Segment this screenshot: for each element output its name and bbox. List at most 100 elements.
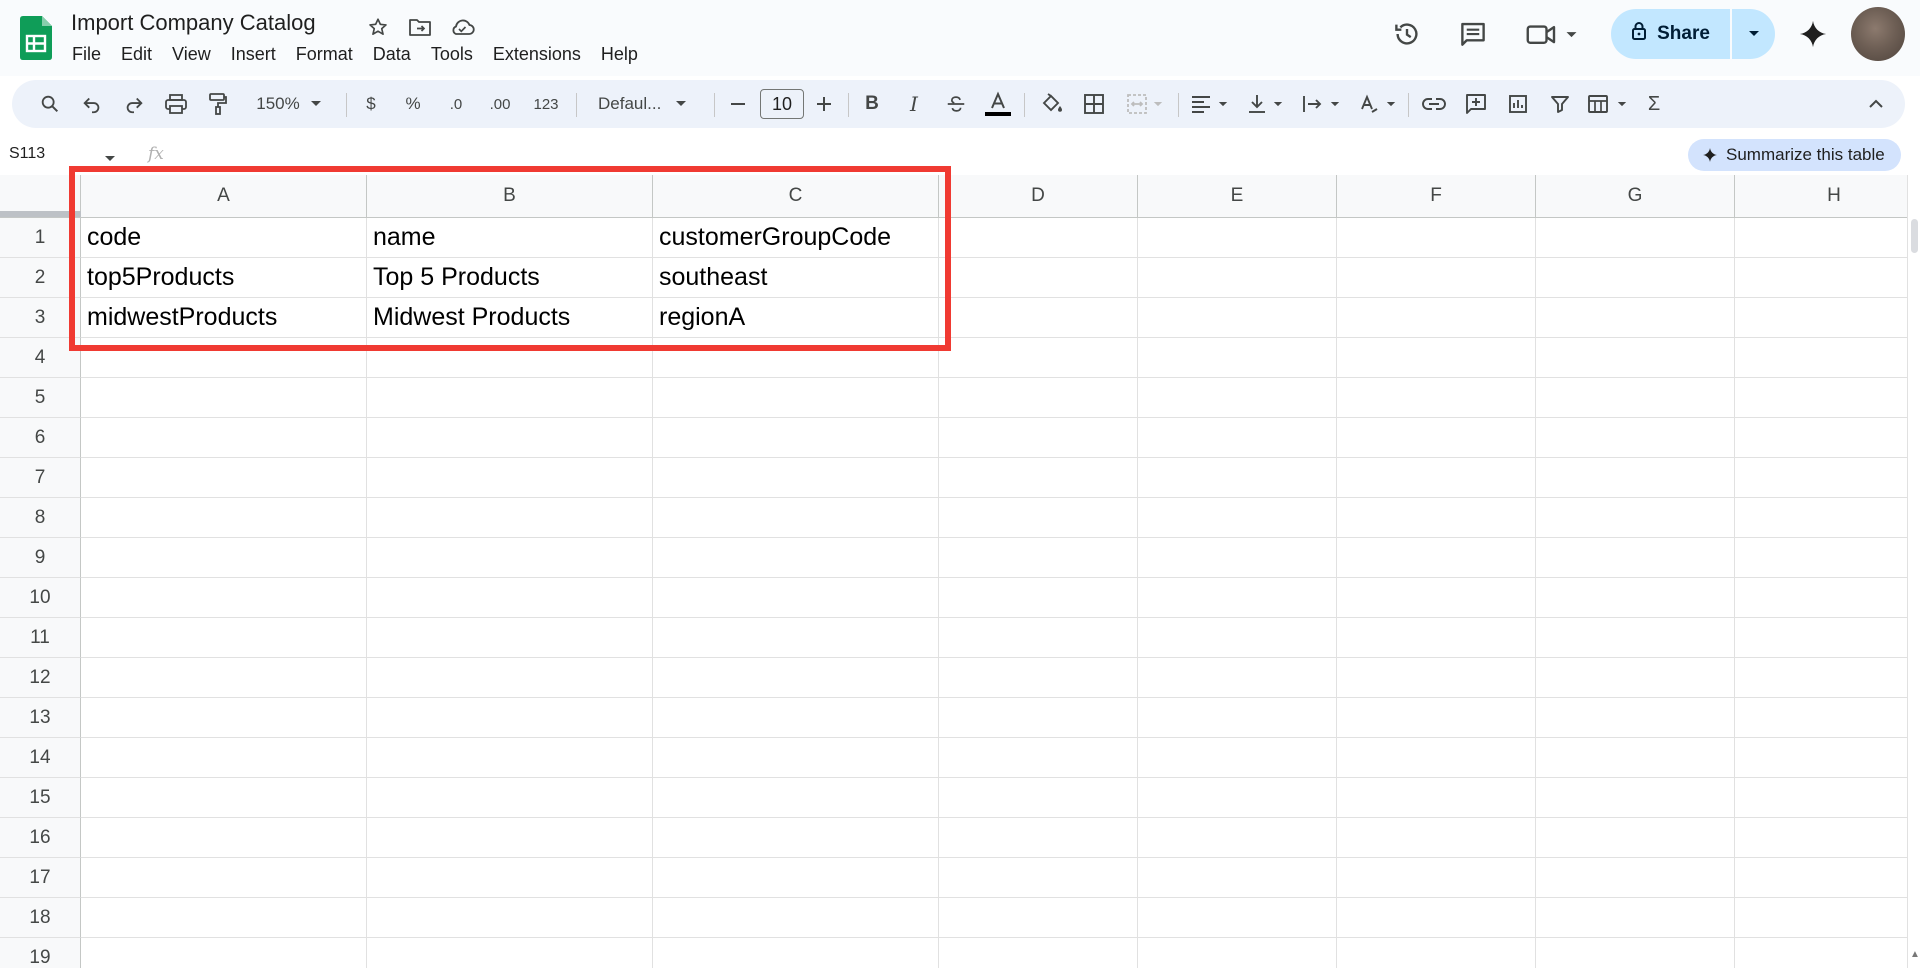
column-header-d[interactable]: D [939,175,1138,218]
cell-g5[interactable] [1536,378,1735,418]
cell-d18[interactable] [939,898,1138,938]
row-header[interactable]: 3 [0,298,81,338]
cell-f7[interactable] [1337,458,1536,498]
column-header-h[interactable]: H [1735,175,1920,218]
cell-e13[interactable] [1138,698,1337,738]
meet-video-icon[interactable] [1522,15,1586,53]
cell-b6[interactable] [367,418,653,458]
column-header-f[interactable]: F [1337,175,1536,218]
font-size-input[interactable]: 10 [760,89,804,119]
horizontal-align-icon[interactable] [1184,80,1234,128]
cell-b3[interactable]: Midwest Products [367,298,653,338]
cell-b8[interactable] [367,498,653,538]
menu-view[interactable]: View [162,42,221,66]
format-currency-button[interactable]: $ [356,80,386,128]
fill-color-icon[interactable] [1034,80,1070,128]
cell-c7[interactable] [653,458,939,498]
avatar[interactable] [1851,7,1905,61]
cell-f6[interactable] [1337,418,1536,458]
cell-b15[interactable] [367,778,653,818]
text-wrapping-icon[interactable] [1296,80,1346,128]
cell-c4[interactable] [653,338,939,378]
menu-extensions[interactable]: Extensions [483,42,591,66]
cell-d11[interactable] [939,618,1138,658]
cell-h10[interactable] [1735,578,1920,618]
cell-d16[interactable] [939,818,1138,858]
cell-b7[interactable] [367,458,653,498]
cell-h8[interactable] [1735,498,1920,538]
menu-format[interactable]: Format [286,42,363,66]
row-header[interactable]: 9 [0,538,81,578]
cell-f13[interactable] [1337,698,1536,738]
cell-f8[interactable] [1337,498,1536,538]
row-header[interactable]: 16 [0,818,81,858]
cell-a1[interactable]: code [81,218,367,258]
row-header[interactable]: 14 [0,738,81,778]
text-rotation-icon[interactable] [1352,80,1402,128]
cell-e7[interactable] [1138,458,1337,498]
menu-insert[interactable]: Insert [221,42,286,66]
cell-a15[interactable] [81,778,367,818]
cell-c10[interactable] [653,578,939,618]
strikethrough-icon[interactable] [940,80,972,128]
cell-f9[interactable] [1337,538,1536,578]
row-header[interactable]: 19 [0,938,81,968]
star-icon[interactable] [364,13,392,41]
cell-b14[interactable] [367,738,653,778]
cell-e12[interactable] [1138,658,1337,698]
chevron-down-icon[interactable] [104,150,116,168]
cell-a14[interactable] [81,738,367,778]
version-history-icon[interactable] [1388,15,1426,53]
cell-d19[interactable] [939,938,1138,968]
cell-e18[interactable] [1138,898,1337,938]
cell-h15[interactable] [1735,778,1920,818]
cell-a4[interactable] [81,338,367,378]
cell-h13[interactable] [1735,698,1920,738]
cell-e8[interactable] [1138,498,1337,538]
cell-c1[interactable]: customerGroupCode [653,218,939,258]
cell-f10[interactable] [1337,578,1536,618]
cell-g9[interactable] [1536,538,1735,578]
cell-e6[interactable] [1138,418,1337,458]
cell-a17[interactable] [81,858,367,898]
cell-g4[interactable] [1536,338,1735,378]
cell-d17[interactable] [939,858,1138,898]
bold-button[interactable]: B [856,80,888,128]
cell-h3[interactable] [1735,298,1920,338]
cell-a13[interactable] [81,698,367,738]
insert-link-icon[interactable] [1416,80,1452,128]
row-header[interactable]: 7 [0,458,81,498]
cell-f4[interactable] [1337,338,1536,378]
column-header-g[interactable]: G [1536,175,1735,218]
column-header-c[interactable]: C [653,175,939,218]
share-dropdown-button[interactable] [1732,9,1775,59]
cell-e11[interactable] [1138,618,1337,658]
cell-h9[interactable] [1735,538,1920,578]
collapse-toolbar-icon[interactable] [1860,80,1892,128]
cell-e15[interactable] [1138,778,1337,818]
cell-b19[interactable] [367,938,653,968]
borders-icon[interactable] [1076,80,1112,128]
decrease-decimal-button[interactable]: .0 [438,80,474,128]
cell-c16[interactable] [653,818,939,858]
cell-a19[interactable] [81,938,367,968]
format-percent-button[interactable]: % [398,80,428,128]
cell-b16[interactable] [367,818,653,858]
cell-h11[interactable] [1735,618,1920,658]
cell-d8[interactable] [939,498,1138,538]
cell-d1[interactable] [939,218,1138,258]
print-icon[interactable] [158,80,194,128]
cell-c15[interactable] [653,778,939,818]
cell-b10[interactable] [367,578,653,618]
cell-g14[interactable] [1536,738,1735,778]
menu-data[interactable]: Data [363,42,421,66]
document-title[interactable]: Import Company Catalog [71,10,316,36]
cell-c11[interactable] [653,618,939,658]
cell-g19[interactable] [1536,938,1735,968]
italic-button[interactable]: I [898,80,930,128]
cell-g8[interactable] [1536,498,1735,538]
cell-b9[interactable] [367,538,653,578]
font-family-select[interactable]: Defaul... [586,80,706,128]
row-header[interactable]: 12 [0,658,81,698]
cell-a7[interactable] [81,458,367,498]
